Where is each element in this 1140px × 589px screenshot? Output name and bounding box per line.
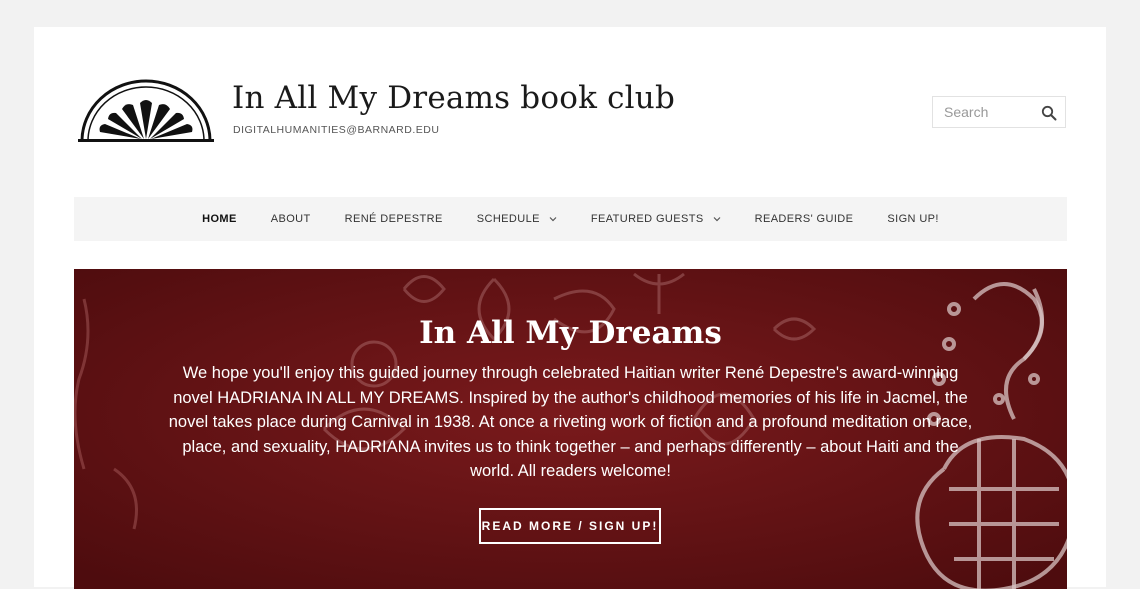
search-input[interactable] bbox=[933, 97, 1035, 127]
search-icon[interactable] bbox=[1041, 105, 1057, 121]
nav-item-label: READERS' GUIDE bbox=[754, 213, 854, 225]
chevron-down-icon bbox=[713, 217, 721, 222]
main-navigation: HOME ABOUT RENÉ DEPESTRE SCHEDULE FEATUR… bbox=[74, 197, 1067, 241]
chevron-down-icon bbox=[549, 217, 557, 222]
nav-item-label: RENÉ DEPESTRE bbox=[344, 213, 443, 225]
nav-item-label: FEATURED GUESTS bbox=[590, 213, 704, 225]
nav-item-label: SCHEDULE bbox=[476, 213, 540, 225]
nav-item-label: SIGN UP! bbox=[887, 213, 939, 225]
nav-item-home[interactable]: HOME bbox=[185, 213, 254, 225]
search-box bbox=[932, 96, 1066, 128]
hero-title: In All My Dreams bbox=[419, 315, 722, 351]
hero-banner: In All My Dreams We hope you'll enjoy th… bbox=[74, 269, 1067, 589]
hero-description: We hope you'll enjoy this guided journey… bbox=[168, 364, 973, 480]
nav-item-about[interactable]: ABOUT bbox=[254, 213, 328, 225]
sunburst-arch-logo[interactable] bbox=[78, 77, 214, 143]
nav-item-readers-guide[interactable]: READERS' GUIDE bbox=[738, 213, 871, 225]
site-description: DIGITALHUMANITIES@BARNARD.EDU bbox=[233, 124, 440, 136]
nav-item-label: HOME bbox=[202, 213, 237, 225]
nav-item-schedule[interactable]: SCHEDULE bbox=[460, 213, 574, 225]
page-container: In All My Dreams book club DIGITALHUMANI… bbox=[34, 27, 1106, 589]
site-title[interactable]: In All My Dreams book club bbox=[232, 80, 675, 116]
nav-item-sign-up[interactable]: SIGN UP! bbox=[870, 213, 956, 225]
nav-item-label: ABOUT bbox=[270, 213, 311, 225]
nav-item-rene-depestre[interactable]: RENÉ DEPESTRE bbox=[328, 213, 460, 225]
read-more-sign-up-button[interactable]: READ MORE / SIGN UP! bbox=[479, 508, 661, 544]
nav-item-featured-guests[interactable]: FEATURED GUESTS bbox=[574, 213, 738, 225]
